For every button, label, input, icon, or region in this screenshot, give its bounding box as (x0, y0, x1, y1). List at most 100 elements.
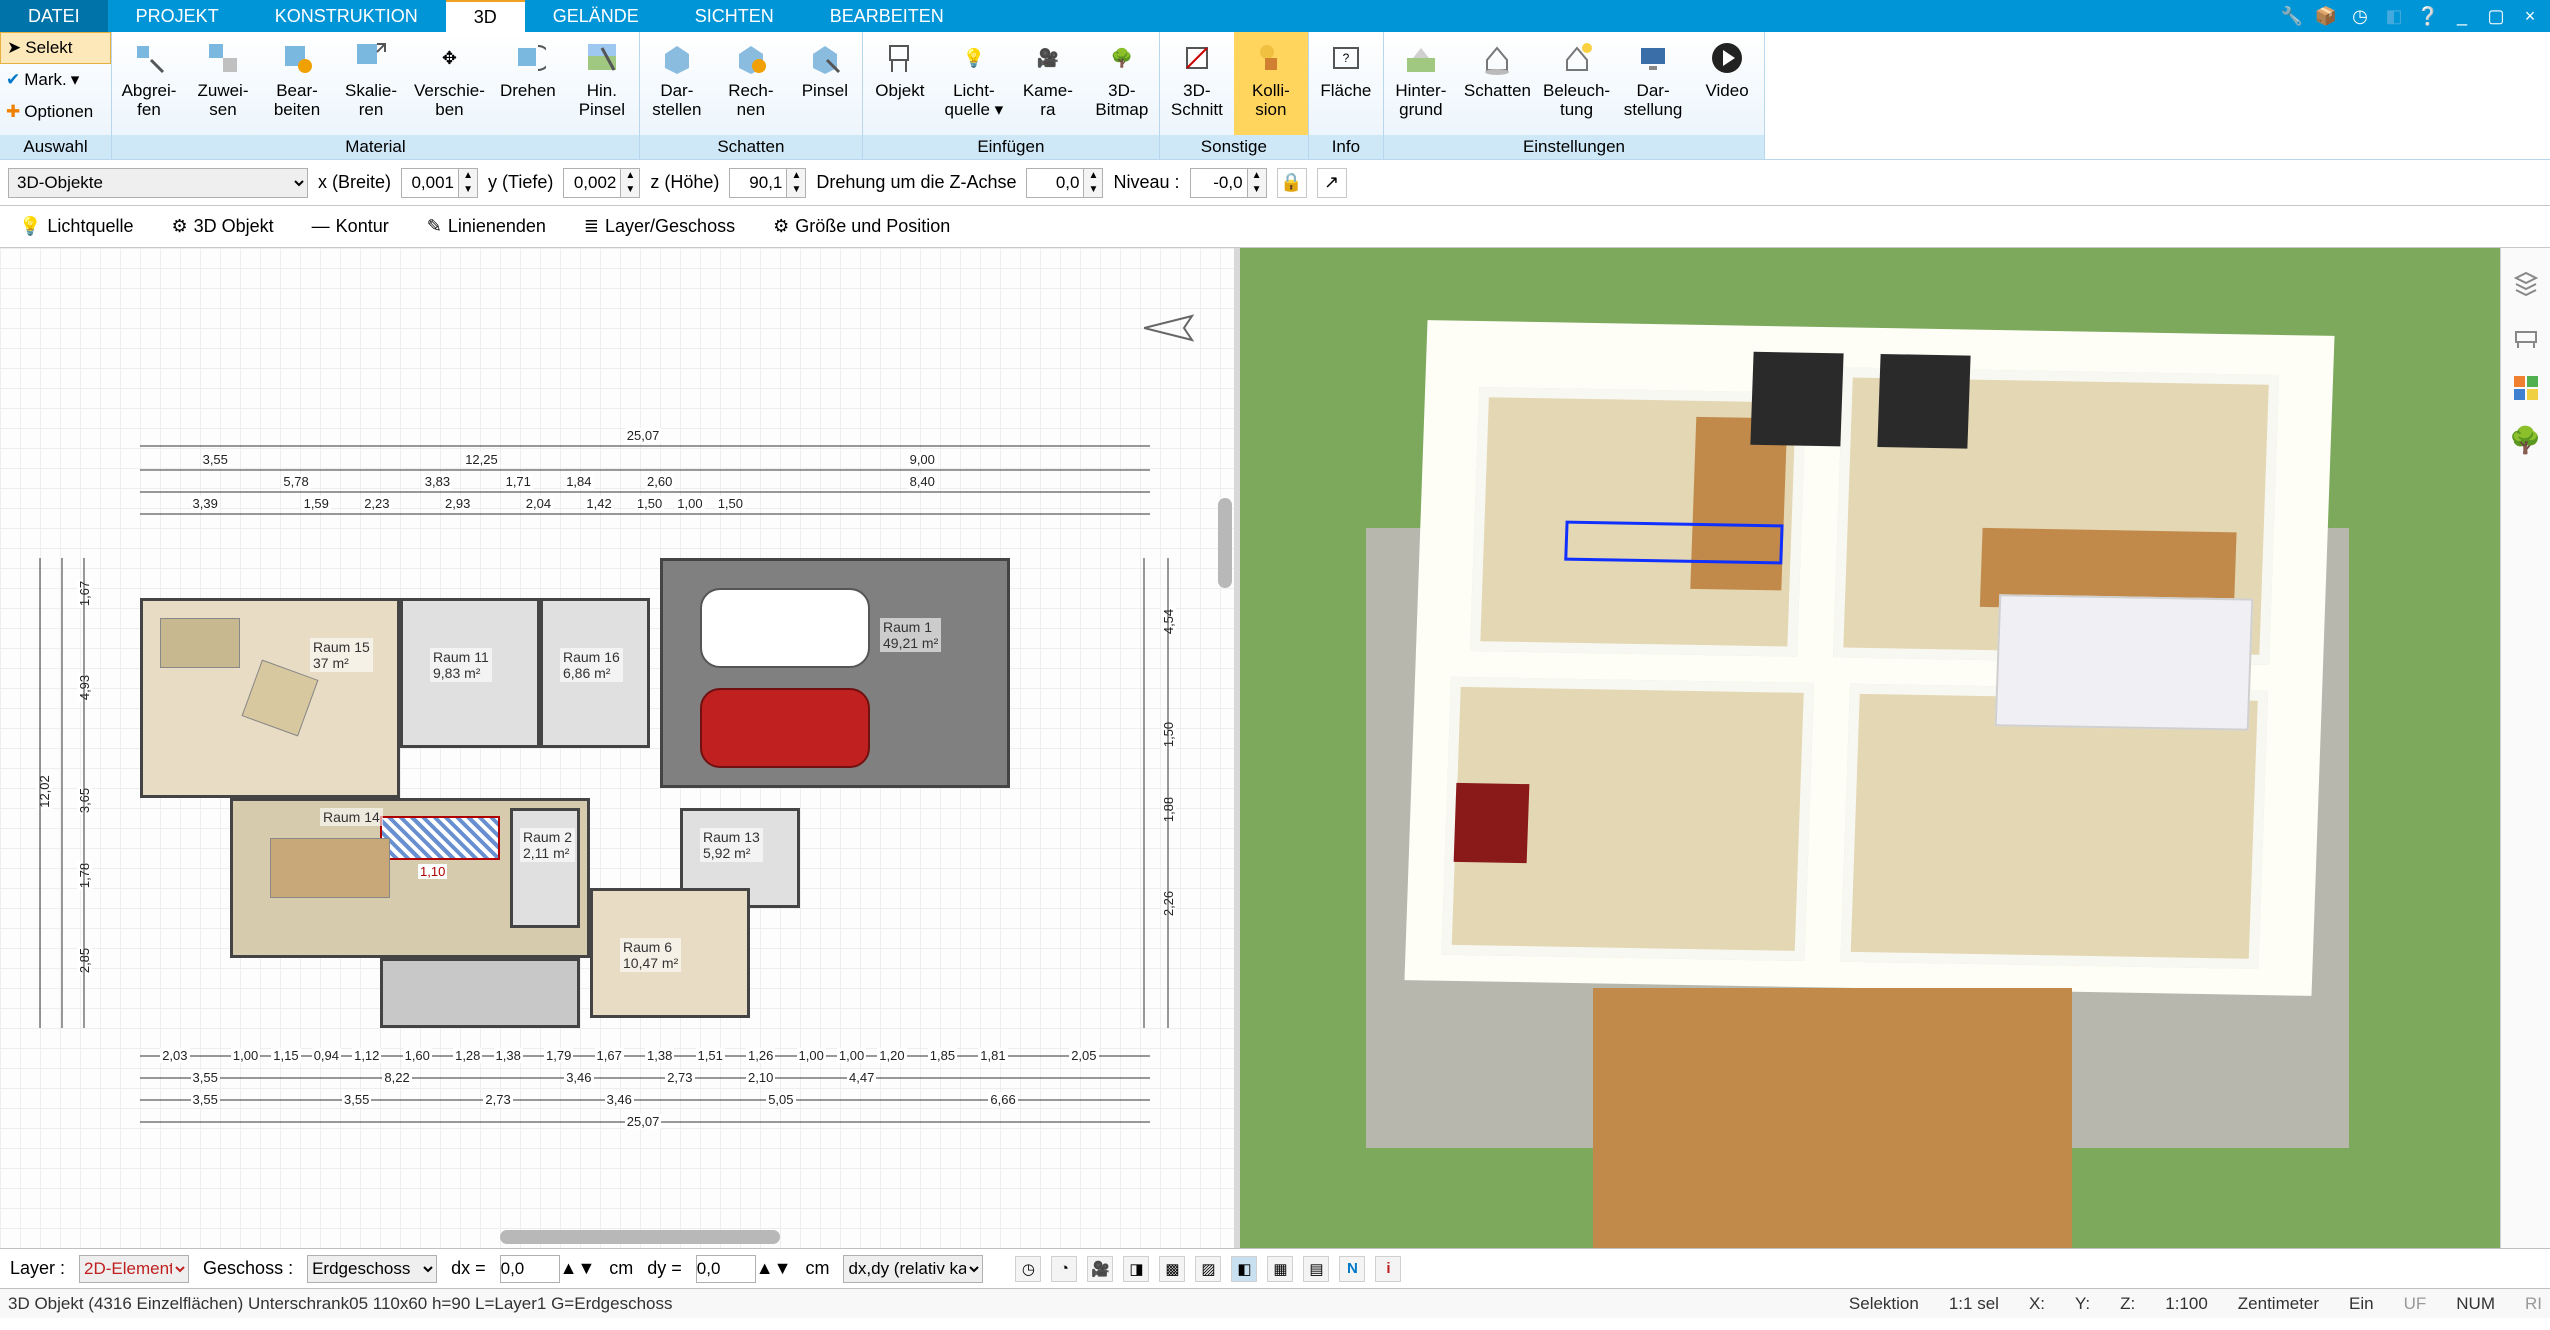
rechnen-button[interactable]: Rech- nen (714, 32, 788, 135)
darstellung-button[interactable]: Dar- stellung (1616, 32, 1690, 135)
north-icon[interactable]: N (1339, 1256, 1365, 1282)
kollision-button[interactable]: Kolli- sion (1234, 32, 1308, 135)
skalieren-button[interactable]: Skalie- ren (334, 32, 408, 135)
minimize-icon[interactable]: _ (2450, 4, 2474, 28)
furniture-panel-icon[interactable] (2510, 320, 2542, 352)
grid-icon[interactable]: ▤ (1303, 1256, 1329, 1282)
groesseposition-tool[interactable]: ⚙Größe und Position (762, 211, 961, 242)
3dbitmap-button[interactable]: 🌳3D- Bitmap (1085, 32, 1159, 135)
wireframe-icon[interactable]: ▩ (1159, 1256, 1185, 1282)
linienenden-tool[interactable]: ✎Linienenden (416, 211, 557, 242)
cube-icon[interactable]: ◧ (2382, 4, 2406, 28)
x-spinner[interactable]: ▲▼ (459, 168, 478, 198)
y-input[interactable] (563, 168, 621, 198)
room-2[interactable] (510, 808, 580, 928)
help-icon[interactable]: ❔ (2416, 4, 2440, 28)
layer-label: Layer : (10, 1258, 65, 1279)
package-icon[interactable]: 📦 (2314, 4, 2338, 28)
tree-panel-icon[interactable]: 🌳 (2510, 424, 2542, 456)
lichtquelle-tool[interactable]: 💡Lichtquelle (8, 211, 144, 242)
pinsel-button[interactable]: Pinsel (788, 32, 862, 135)
rot-spinner[interactable]: ▲▼ (1084, 168, 1103, 198)
hinpinsel-button[interactable]: Hin. Pinsel (565, 32, 639, 135)
pane-3d[interactable] (1240, 248, 2500, 1248)
menu-tab-sichten[interactable]: SICHTEN (667, 0, 802, 32)
lock-button[interactable]: 🔒 (1277, 168, 1307, 198)
y-spinner[interactable]: ▲▼ (621, 168, 640, 198)
car-white[interactable] (700, 588, 870, 668)
close-icon[interactable]: × (2518, 4, 2542, 28)
3d-selected-object[interactable] (1565, 521, 1784, 564)
3dobjekt-tool[interactable]: ⚙3D Objekt (160, 211, 284, 242)
hall[interactable] (380, 958, 580, 1028)
camera-tool-icon[interactable]: 🎥 (1087, 1256, 1113, 1282)
kontur-tool[interactable]: —Kontur (301, 211, 400, 242)
meter-icon[interactable]: ◔ (1051, 1256, 1077, 1282)
dy-unit: cm (805, 1258, 829, 1279)
menu-tab-datei[interactable]: DATEI (0, 0, 108, 32)
lichtquelle-button[interactable]: 💡Licht- quelle ▾ (937, 32, 1011, 135)
menu-tab-gelaende[interactable]: GELÄNDE (525, 0, 667, 32)
3dschnitt-button[interactable]: 3D- Schnitt (1160, 32, 1234, 135)
restore-icon[interactable]: ▢ (2484, 4, 2508, 28)
menu-tab-projekt[interactable]: PROJEKT (108, 0, 247, 32)
clock-icon[interactable]: ◷ (1015, 1256, 1041, 1282)
x-input[interactable] (401, 168, 459, 198)
niveau-spinner[interactable]: ▲▼ (1248, 168, 1267, 198)
bearbeiten-button[interactable]: Bear- beiten (260, 32, 334, 135)
dx-input[interactable] (500, 1255, 560, 1283)
popout-button[interactable]: ↗ (1317, 168, 1347, 198)
layergeschoss-tool[interactable]: ≣Layer/Geschoss (573, 211, 746, 242)
horizontal-scrollbar[interactable] (500, 1230, 780, 1244)
texture-icon[interactable]: ▦ (1267, 1256, 1293, 1282)
selekt-button[interactable]: ➤Selekt (0, 32, 111, 64)
dy-spinner[interactable]: ▲▼ (756, 1258, 792, 1278)
cube-tool-icon[interactable]: ◨ (1123, 1256, 1149, 1282)
niveau-input[interactable] (1190, 168, 1248, 198)
schatten-set-button[interactable]: Schatten (1458, 32, 1537, 135)
drehen-button[interactable]: Drehen (491, 32, 565, 135)
z-input[interactable] (729, 168, 787, 198)
video-button[interactable]: Video (1690, 32, 1764, 135)
car-red[interactable] (700, 688, 870, 768)
layers-panel-icon[interactable] (2510, 268, 2542, 300)
colors-panel-icon[interactable] (2510, 372, 2542, 404)
menu-tab-konstruktion[interactable]: KONSTRUKTION (247, 0, 446, 32)
layer-select[interactable]: 2D-Element (79, 1255, 189, 1283)
dining-table[interactable] (270, 838, 390, 898)
menu-tab-bearbeiten[interactable]: BEARBEITEN (802, 0, 972, 32)
flaeche-button[interactable]: ?Fläche (1309, 32, 1383, 135)
menu-tab-3d[interactable]: 3D (446, 0, 525, 32)
dx-spinner[interactable]: ▲▼ (560, 1258, 596, 1278)
tool-icon[interactable]: 🔧 (2280, 4, 2304, 28)
object-type-select[interactable]: 3D-Objekte (8, 168, 308, 198)
darstellen-button[interactable]: Dar- stellen (640, 32, 714, 135)
mark-button[interactable]: ✔Mark.▾ (0, 64, 111, 96)
status-object: 3D Objekt (4316 Einzelflächen) Unterschr… (8, 1294, 673, 1314)
pencil-icon: ✎ (427, 216, 442, 237)
shaded-icon[interactable]: ◧ (1231, 1256, 1257, 1282)
tree-icon: 🌳 (1102, 38, 1142, 78)
status-x: X: (2029, 1294, 2045, 1314)
abgreifen-button[interactable]: Abgrei- fen (112, 32, 186, 135)
gear-icon: ⚙ (171, 216, 187, 237)
verschieben-button[interactable]: ✥Verschie- ben (408, 32, 491, 135)
selected-object[interactable] (380, 816, 500, 860)
z-spinner[interactable]: ▲▼ (787, 168, 806, 198)
dxdy-mode-select[interactable]: dx,dy (relativ ka (843, 1255, 983, 1283)
pane-2d[interactable]: 25,07 3,55 12,25 9,00 5,78 3,83 1,71 1,8… (0, 248, 1240, 1248)
hintergrund-button[interactable]: Hinter- grund (1384, 32, 1458, 135)
unknown-icon[interactable]: ◷ (2348, 4, 2372, 28)
dy-input[interactable] (696, 1255, 756, 1283)
vertical-scrollbar[interactable] (1218, 498, 1232, 588)
optionen-button[interactable]: ✚Optionen (0, 96, 111, 128)
info-icon[interactable]: i (1375, 1256, 1401, 1282)
sofa[interactable] (160, 618, 240, 668)
kamera-button[interactable]: 🎥Kame- ra (1011, 32, 1085, 135)
zuweisen-button[interactable]: Zuwei- sen (186, 32, 260, 135)
hatch-icon[interactable]: ▨ (1195, 1256, 1221, 1282)
rot-input[interactable] (1026, 168, 1084, 198)
geschoss-select[interactable]: Erdgeschoss (307, 1255, 437, 1283)
beleuchtung-button[interactable]: Beleuch- tung (1537, 32, 1616, 135)
objekt-button[interactable]: Objekt (863, 32, 937, 135)
